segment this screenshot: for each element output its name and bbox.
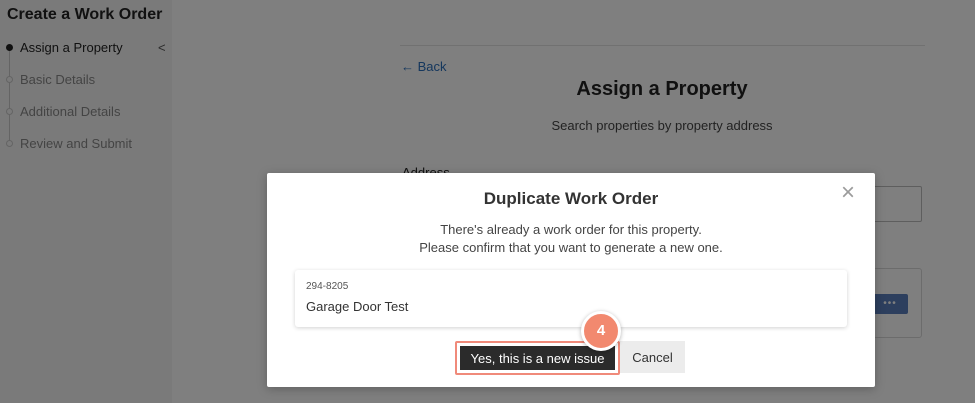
cancel-button[interactable]: Cancel [620,341,685,373]
confirm-new-issue-button[interactable]: Yes, this is a new issue [460,346,615,370]
close-icon[interactable]: × [841,181,855,205]
dialog-message-line-2: Please confirm that you want to generate… [419,240,723,255]
step-number-badge: 4 [581,311,621,351]
property-name: Garage Door Test [306,299,409,314]
dialog-title: Duplicate Work Order [483,189,659,208]
property-id: 294-8205 [306,281,349,292]
duplicate-work-order-dialog: Duplicate Work Order × There's already a… [267,173,875,387]
dialog-message-line-1: There's already a work order for this pr… [440,222,702,237]
existing-work-order-card: 294-8205 Garage Door Test [295,270,847,327]
